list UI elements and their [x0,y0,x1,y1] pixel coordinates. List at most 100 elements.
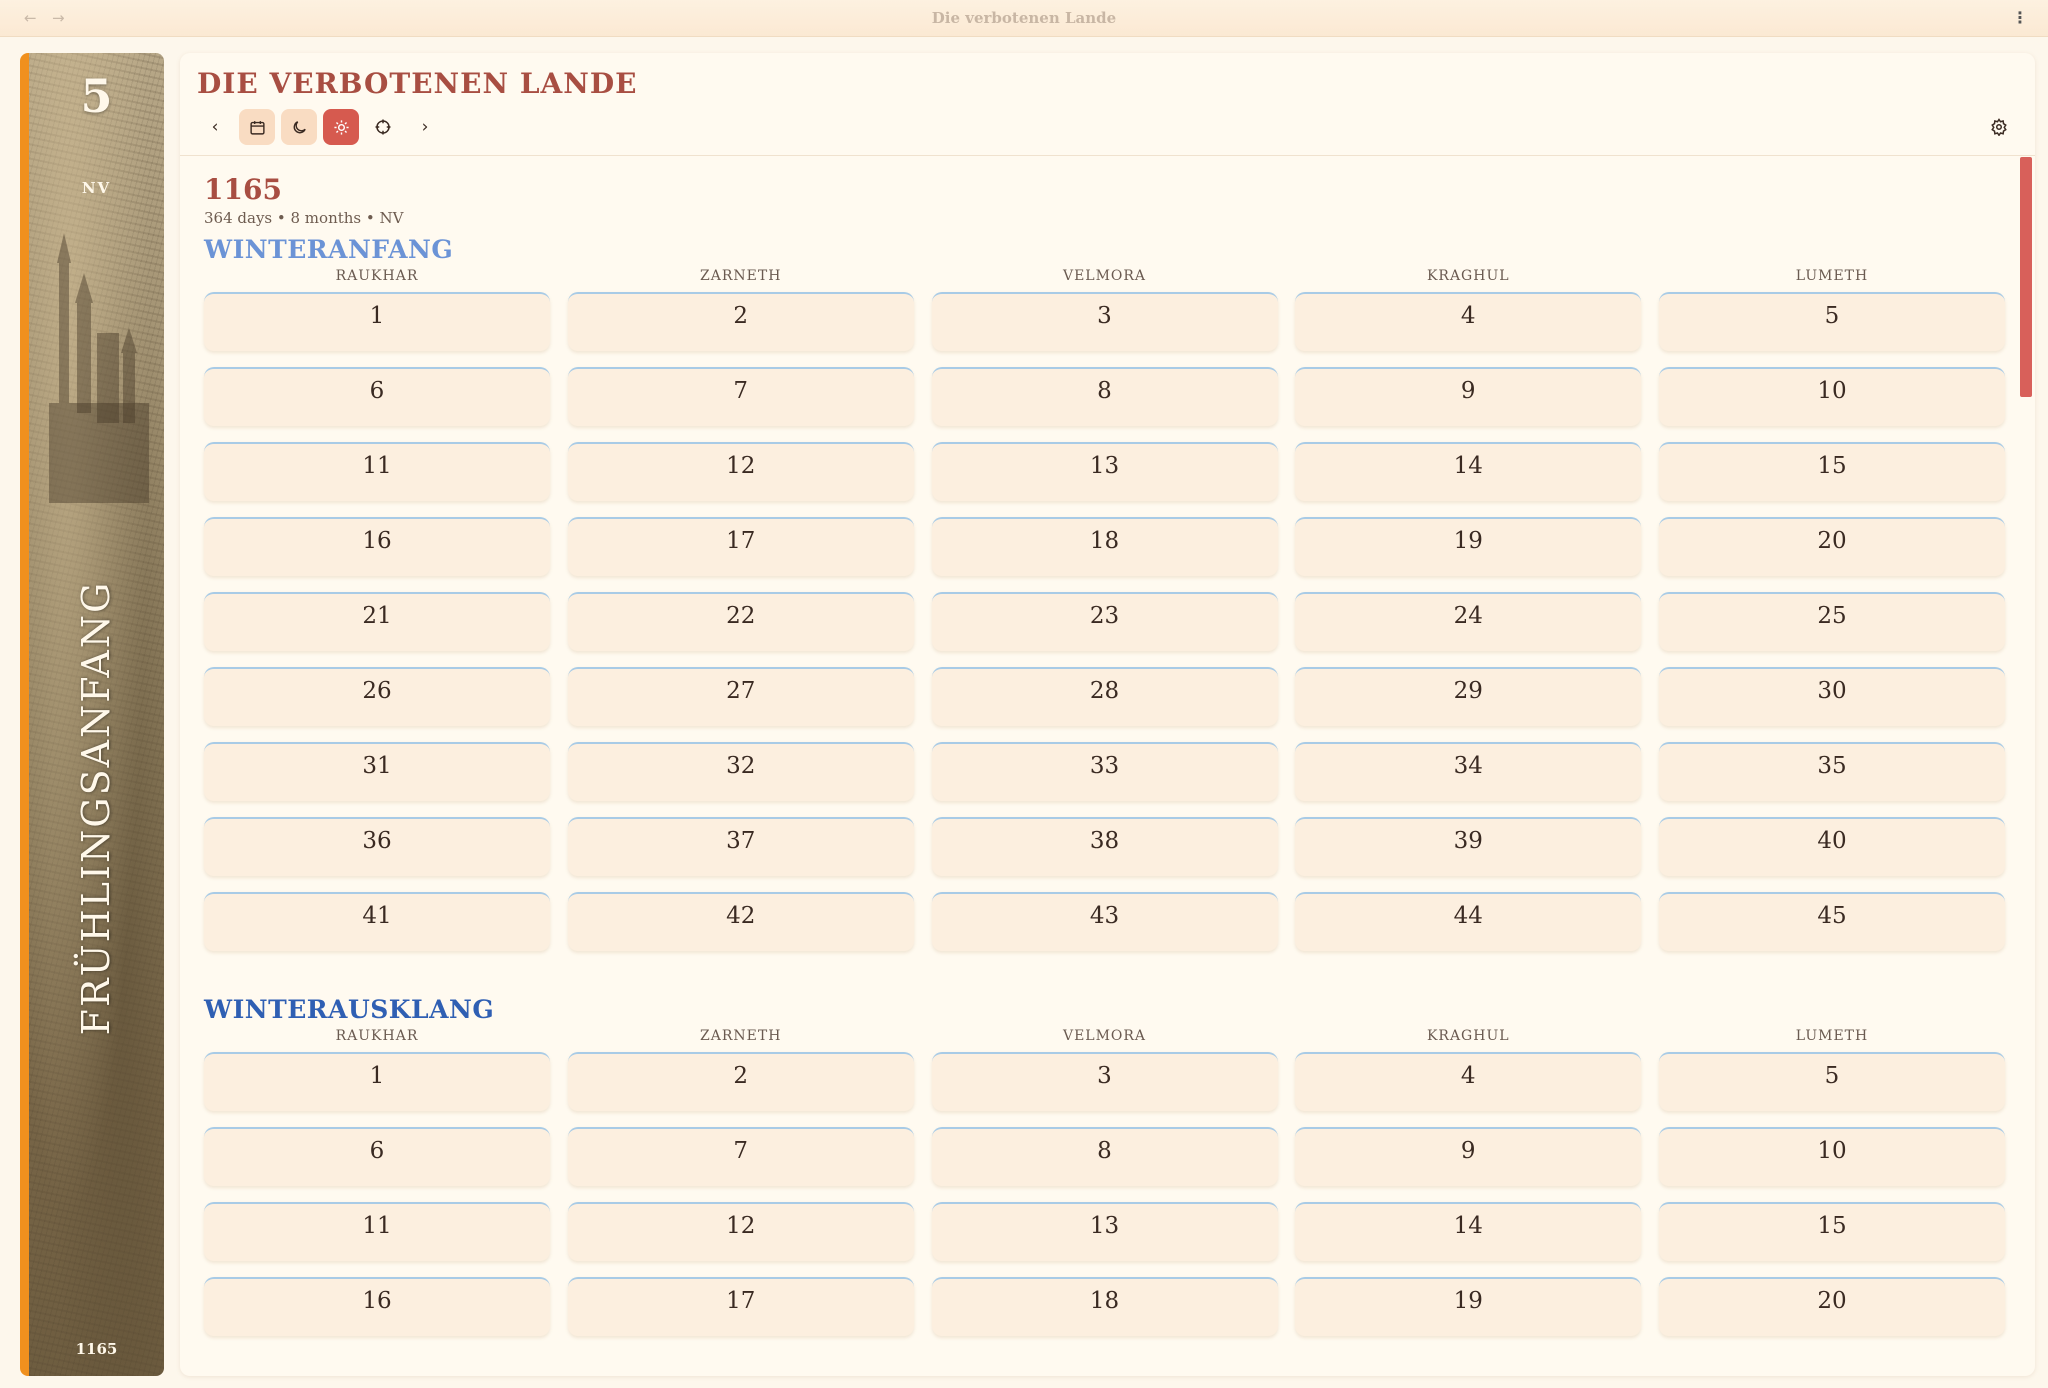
current-season: FRÜHLINGSANFANG [74,580,118,1036]
day-cell[interactable]: 10 [1659,367,2005,426]
day-cell[interactable]: 15 [1659,1202,2005,1261]
header-divider [180,155,2035,156]
day-cell[interactable]: 14 [1295,442,1642,501]
day-grid: 1 2 3 4 5 6 7 8 9 10 11 12 13 14 15 16 17 18 19 20 21 22 23 24 2… [204,292,2005,967]
day-cell[interactable]: 40 [1659,817,2005,876]
weekday-label: VELMORA [1062,1028,1147,1044]
day-cell[interactable]: 30 [1659,667,2005,726]
settings-button[interactable] [1981,109,2017,145]
weekday-label: RAUKHAR [335,268,419,284]
day-cell[interactable]: 9 [1295,367,1642,426]
day-cell[interactable]: 4 [1295,292,1642,351]
day-cell[interactable]: 5 [1659,292,2005,351]
day-cell[interactable]: 29 [1295,667,1642,726]
day-cell[interactable]: 42 [567,892,914,951]
window-titlebar: ← → Die verbotenen Lande ⋮ [0,0,2048,37]
moon-view-button[interactable] [281,109,317,145]
day-cell[interactable]: 5 [1659,1052,2005,1111]
banner-year: 1165 [75,1340,118,1358]
weekday-label: LUMETH [1795,268,1869,284]
day-cell[interactable]: 12 [567,442,914,501]
day-cell[interactable]: 3 [931,1052,1278,1111]
day-cell[interactable]: 18 [931,517,1278,576]
weekday-label: ZARNETH [700,1028,782,1044]
day-cell[interactable]: 25 [1659,592,2005,651]
day-cell[interactable]: 2 [567,1052,914,1111]
sun-view-button[interactable] [323,109,359,145]
day-cell[interactable]: 20 [1659,517,2005,576]
day-cell[interactable]: 1 [204,1052,550,1111]
moon-icon [293,120,306,133]
day-cell[interactable]: 11 [204,1202,550,1261]
day-cell[interactable]: 32 [567,742,914,801]
current-day: 5 [80,69,113,123]
weekday-label: RAUKHAR [335,1028,419,1044]
day-cell[interactable]: 17 [567,517,914,576]
day-cell[interactable]: 6 [204,367,550,426]
day-cell[interactable]: 17 [567,1277,914,1336]
calendar-content: 1165 364 days • 8 months • NV WINTERANFA… [204,173,2005,1336]
day-cell[interactable]: 10 [1659,1127,2005,1186]
day-cell[interactable]: 2 [567,292,914,351]
day-cell[interactable]: 14 [1295,1202,1642,1261]
gear-icon [1991,118,2007,136]
day-cell[interactable]: 7 [567,367,914,426]
day-cell[interactable]: 34 [1295,742,1642,801]
day-cell[interactable]: 35 [1659,742,2005,801]
day-cell[interactable]: 38 [931,817,1278,876]
day-cell[interactable]: 24 [1295,592,1642,651]
day-cell[interactable]: 27 [567,667,914,726]
day-cell[interactable]: 7 [567,1127,914,1186]
calendar-icon [249,120,265,135]
day-cell[interactable]: 19 [1295,1277,1642,1336]
day-cell[interactable]: 28 [931,667,1278,726]
day-cell[interactable]: 8 [931,367,1278,426]
day-cell[interactable]: 8 [931,1127,1278,1186]
day-cell[interactable]: 12 [567,1202,914,1261]
day-cell[interactable]: 16 [204,1277,550,1336]
day-cell[interactable]: 44 [1295,892,1642,951]
window-menu-icon[interactable]: ⋮ [2012,8,2028,27]
day-cell[interactable]: 21 [204,592,550,651]
day-cell[interactable]: 15 [1659,442,2005,501]
day-cell[interactable]: 18 [931,1277,1278,1336]
day-cell[interactable]: 13 [931,442,1278,501]
day-cell[interactable]: 13 [931,1202,1278,1261]
next-button[interactable]: › [407,109,443,145]
current-era: NV [81,179,112,197]
day-cell[interactable]: 31 [204,742,550,801]
day-cell[interactable]: 45 [1659,892,2005,951]
previous-button[interactable]: ‹ [197,109,233,145]
weekday-label: KRAGHUL [1426,268,1510,284]
year-meta: 364 days • 8 months • NV [204,209,404,227]
day-cell[interactable]: 4 [1295,1052,1642,1111]
day-cell[interactable]: 26 [204,667,550,726]
day-cell[interactable]: 20 [1659,1277,2005,1336]
day-cell[interactable]: 33 [931,742,1278,801]
calendar-view-button[interactable] [239,109,275,145]
day-cell[interactable]: 23 [931,592,1278,651]
day-cell[interactable]: 19 [1295,517,1642,576]
day-cell[interactable]: 37 [567,817,914,876]
day-cell[interactable]: 43 [931,892,1278,951]
month-title: WINTERANFANG [204,235,454,264]
weekday-label: ZARNETH [700,268,782,284]
day-cell[interactable]: 22 [567,592,914,651]
calendar-panel: DIE VERBOTENEN LANDE ‹ › 1165 364 days •… [180,53,2035,1376]
month-section: WINTERAUSKLANG RAUKHAR ZARNETH VELMORA KRAGH… [204,995,2005,1352]
weekday-label: VELMORA [1062,268,1147,284]
day-cell[interactable]: 3 [931,292,1278,351]
day-cell[interactable]: 1 [204,292,550,351]
day-cell[interactable]: 11 [204,442,550,501]
weekday-label: KRAGHUL [1426,1028,1510,1044]
day-cell[interactable]: 39 [1295,817,1642,876]
day-cell[interactable]: 16 [204,517,550,576]
day-cell[interactable]: 36 [204,817,550,876]
season-banner: 5 NV FRÜHLINGSANFANG 1165 [20,53,164,1376]
weekday-header: RAUKHAR ZARNETH VELMORA KRAGHUL LUMETH [204,1028,2001,1052]
day-cell[interactable]: 41 [204,892,550,951]
day-cell[interactable]: 9 [1295,1127,1642,1186]
today-button[interactable] [365,109,401,145]
day-cell[interactable]: 6 [204,1127,550,1186]
scrollbar-thumb[interactable] [2020,157,2032,397]
